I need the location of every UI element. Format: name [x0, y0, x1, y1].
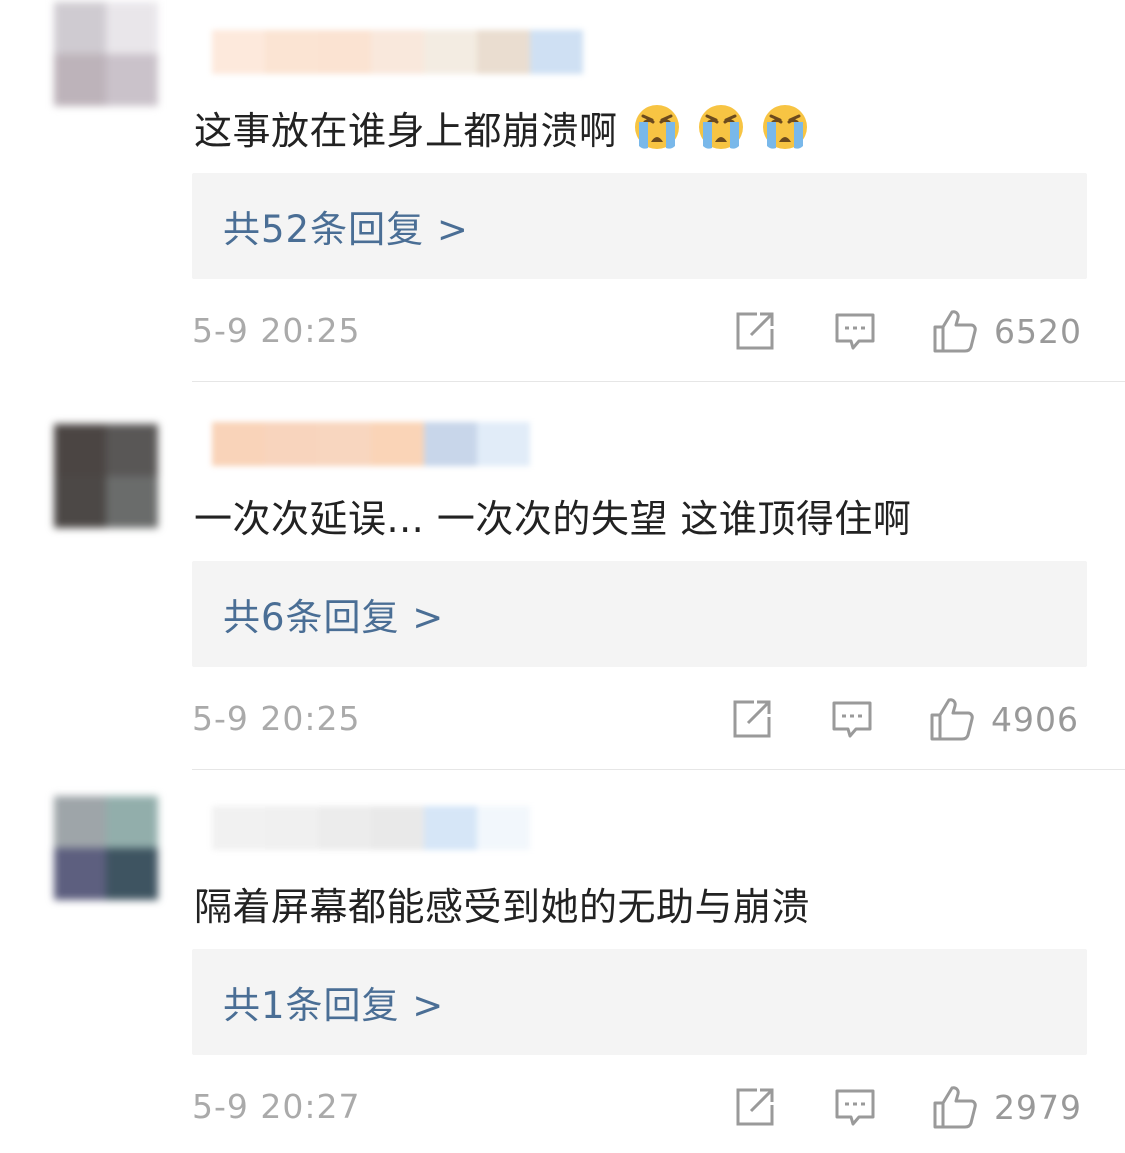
- like-count: 4906: [991, 699, 1079, 739]
- comment-meta: 5-9 20:27 2979: [192, 1081, 1087, 1131]
- share-icon: [730, 697, 774, 741]
- avatar[interactable]: [54, 424, 158, 528]
- replies-link[interactable]: 共6条回复 >: [192, 561, 1087, 667]
- username-blurred[interactable]: [212, 422, 583, 466]
- comment-meta: 5-9 20:25 6520: [192, 305, 1087, 355]
- comment-text: 隔着屏幕都能感受到她的无助与崩溃: [194, 876, 810, 931]
- crying-face-icon: [760, 102, 810, 152]
- thumbs-up-icon: [929, 696, 975, 742]
- comment-icon: [833, 1085, 877, 1129]
- replies-link[interactable]: 共1条回复 >: [192, 949, 1087, 1055]
- like-button[interactable]: 6520: [932, 309, 1082, 353]
- timestamp: 5-9 20:27: [192, 1087, 361, 1126]
- share-button[interactable]: [733, 309, 777, 353]
- replies-link[interactable]: 共52条回复 >: [192, 173, 1087, 279]
- avatar[interactable]: [54, 2, 158, 106]
- comment-text: 一次次延误... 一次次的失望 这谁顶得住啊: [194, 488, 911, 543]
- comment-text: 这事放在谁身上都崩溃啊: [194, 100, 810, 155]
- replies-count-label: 共1条回复 >: [223, 984, 445, 1027]
- username-blurred[interactable]: [212, 30, 583, 74]
- comment-icon: [830, 697, 874, 741]
- share-icon: [733, 1085, 777, 1129]
- replies-count-label: 共52条回复 >: [223, 208, 469, 251]
- comment-meta: 5-9 20:25 4906: [192, 693, 1087, 743]
- crying-face-icon: [696, 102, 746, 152]
- comment-icon: [833, 309, 877, 353]
- reply-button[interactable]: [833, 309, 877, 353]
- like-count: 2979: [994, 1087, 1082, 1127]
- like-count: 6520: [994, 311, 1082, 351]
- share-button[interactable]: [730, 697, 774, 741]
- avatar[interactable]: [54, 796, 158, 900]
- like-button[interactable]: 2979: [932, 1085, 1082, 1129]
- reply-button[interactable]: [833, 1085, 877, 1129]
- comment-text-body: 隔着屏幕都能感受到她的无助与崩溃: [194, 885, 811, 929]
- timestamp: 5-9 20:25: [192, 699, 361, 738]
- timestamp: 5-9 20:25: [192, 311, 361, 350]
- replies-count-label: 共6条回复 >: [223, 596, 445, 639]
- divider: [192, 769, 1125, 770]
- reply-button[interactable]: [830, 697, 874, 741]
- like-button[interactable]: 4906: [929, 697, 1079, 741]
- share-button[interactable]: [733, 1085, 777, 1129]
- comment-text-body: 这事放在谁身上都崩溃啊: [194, 109, 618, 153]
- thumbs-up-icon: [932, 1084, 978, 1130]
- comment-text-body: 一次次延误... 一次次的失望 这谁顶得住啊: [194, 497, 912, 541]
- share-icon: [733, 309, 777, 353]
- crying-face-icon: [632, 102, 682, 152]
- divider: [192, 381, 1125, 382]
- username-blurred[interactable]: [212, 806, 583, 850]
- thumbs-up-icon: [932, 308, 978, 354]
